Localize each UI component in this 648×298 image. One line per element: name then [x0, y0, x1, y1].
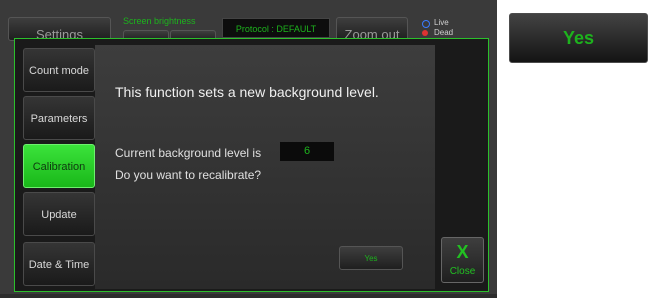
dead-label: Dead — [434, 28, 454, 37]
dead-indicator-icon — [422, 30, 428, 36]
live-indicator-icon — [422, 20, 430, 28]
live-label: Live — [434, 18, 449, 27]
current-level-value: 6 — [280, 142, 334, 161]
tab-count-mode[interactable]: Count mode — [23, 48, 95, 92]
close-button[interactable]: X Close — [441, 237, 484, 283]
tab-calibration[interactable]: Calibration — [23, 144, 95, 188]
tab-update[interactable]: Update — [23, 192, 95, 236]
protocol-display: Protocol : DEFAULT — [222, 18, 330, 38]
yes-button[interactable]: Yes — [339, 246, 403, 270]
device-screen: Settings Screen brightness Protocol : DE… — [0, 0, 497, 298]
close-label: Close — [449, 266, 476, 277]
close-icon: X — [456, 242, 469, 262]
recalibrate-question: Do you want to recalibrate? — [115, 168, 262, 182]
dialog-heading: This function sets a new background leve… — [115, 84, 379, 100]
bottom-edge — [0, 294, 497, 298]
tab-date-time[interactable]: Date & Time — [23, 242, 95, 286]
current-level-label: Current background level is — [115, 146, 262, 160]
yes-button-zoom[interactable]: Yes — [509, 13, 648, 63]
tab-parameters[interactable]: Parameters — [23, 96, 95, 140]
brightness-label: Screen brightness — [123, 16, 196, 26]
